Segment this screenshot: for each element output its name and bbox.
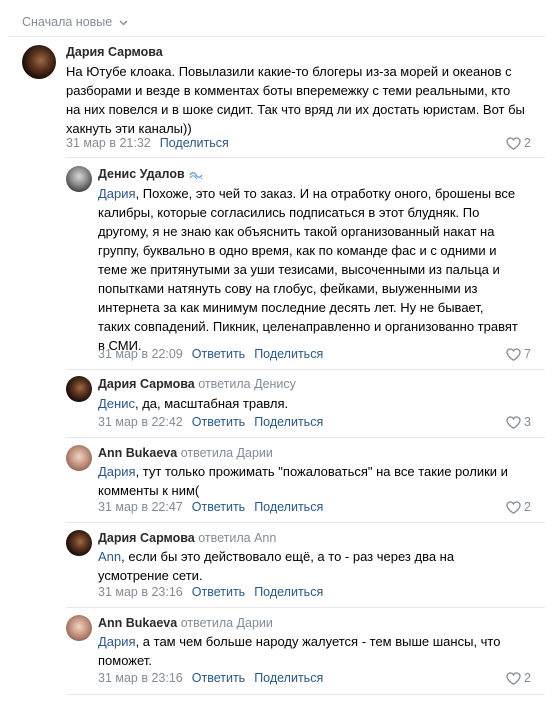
- heart-icon: [506, 672, 521, 686]
- comment-date[interactable]: 31 мар в 21:32: [66, 136, 151, 150]
- like-button[interactable]: 2: [506, 500, 531, 515]
- like-count: 2: [524, 136, 531, 150]
- avatar[interactable]: [66, 166, 92, 192]
- comment-meta: 31 мар в 22:09 Ответить Поделиться: [98, 347, 323, 361]
- comment-meta: 31 мар в 23:16 Ответить Поделиться: [98, 585, 323, 599]
- like-count: 2: [524, 500, 531, 514]
- comment-text: Денис, да, масштабная травля.: [98, 394, 518, 413]
- comment-date[interactable]: 31 мар в 22:09: [98, 347, 183, 361]
- share-button[interactable]: Поделиться: [254, 585, 323, 599]
- sort-dropdown[interactable]: Сначала новые: [22, 15, 128, 29]
- comment-meta: 31 мар в 21:32 Поделиться: [66, 136, 229, 150]
- divider: [66, 522, 545, 523]
- comment-meta: 31 мар в 22:42 Ответить Поделиться: [98, 415, 323, 429]
- comment-author[interactable]: Дария Сармова ответила Ann: [98, 531, 276, 545]
- like-button[interactable]: 2: [506, 671, 531, 686]
- like-count: 7: [524, 347, 531, 361]
- author-name[interactable]: Дария Сармова: [98, 377, 195, 391]
- share-button[interactable]: Поделиться: [254, 500, 323, 514]
- chevron-down-icon: [119, 15, 128, 29]
- divider: [66, 437, 545, 438]
- replied-to[interactable]: ответила Дарии: [181, 446, 273, 460]
- mention-link[interactable]: Денис: [98, 396, 135, 411]
- comment-body: , Похоже, это чей то заказ. И на отработ…: [98, 186, 518, 353]
- comment-body: , если бы это действовало ещё, а то - ра…: [98, 549, 455, 583]
- comment-date[interactable]: 31 мар в 23:16: [98, 585, 183, 599]
- comment-author[interactable]: Ann Bukaeva ответила Дарии: [98, 446, 273, 460]
- mention-link[interactable]: Дария: [98, 464, 136, 479]
- reply-button[interactable]: Ответить: [192, 671, 245, 685]
- heart-icon: [506, 137, 521, 151]
- comment-author[interactable]: Ann Bukaeva ответила Дарии: [98, 616, 273, 630]
- heart-icon: [506, 501, 521, 515]
- mention-link[interactable]: Ann: [98, 549, 121, 564]
- share-button[interactable]: Поделиться: [254, 347, 323, 361]
- divider: [66, 369, 545, 370]
- comment-body: , а там чем больше народу жалуется - тем…: [98, 634, 501, 668]
- comment-text: Дария, Похоже, это чей то заказ. И на от…: [98, 184, 518, 355]
- mention-link[interactable]: Дария: [98, 186, 136, 201]
- divider: [66, 694, 545, 695]
- comment-text: Ann, если бы это действовало ещё, а то -…: [98, 547, 524, 585]
- like-count: 3: [524, 415, 531, 429]
- heart-icon: [506, 348, 521, 362]
- comment-body: , да, масштабная травля.: [134, 396, 289, 411]
- heart-icon: [506, 416, 521, 430]
- comment-meta: 31 мар в 23:16 Ответить Поделиться: [98, 671, 323, 685]
- author-name[interactable]: Денис Удалов: [98, 167, 185, 181]
- like-count: 2: [524, 671, 531, 685]
- comment-text: Дария, а там чем больше народу жалуется …: [98, 632, 524, 670]
- share-button[interactable]: Поделиться: [160, 136, 229, 150]
- author-name[interactable]: Ann Bukaeva: [98, 446, 177, 460]
- divider: [66, 607, 545, 608]
- comment-date[interactable]: 31 мар в 22:42: [98, 415, 183, 429]
- share-button[interactable]: Поделиться: [254, 415, 323, 429]
- mention-link[interactable]: Дария: [98, 634, 136, 649]
- comment-author[interactable]: Денис Удалов: [98, 167, 203, 182]
- comment-text: Дария, тут только прожимать "пожаловатьс…: [98, 462, 524, 500]
- verified-icon: [189, 168, 203, 182]
- like-button[interactable]: 3: [506, 415, 531, 430]
- like-button[interactable]: 2: [506, 136, 531, 151]
- divider: [8, 36, 545, 37]
- sort-label: Сначала новые: [22, 15, 113, 29]
- reply-button[interactable]: Ответить: [192, 415, 245, 429]
- reply-button[interactable]: Ответить: [192, 347, 245, 361]
- avatar[interactable]: [22, 45, 56, 79]
- replied-to[interactable]: ответила Денису: [198, 377, 296, 391]
- divider: [66, 157, 545, 158]
- comment-text: На Ютубе клоака. Повылазили какие-то бло…: [66, 62, 528, 138]
- author-name[interactable]: Дария Сармова: [66, 45, 163, 59]
- avatar[interactable]: [66, 615, 92, 641]
- reply-button[interactable]: Ответить: [192, 585, 245, 599]
- like-button[interactable]: 7: [506, 347, 531, 362]
- comment-body: На Ютубе клоака. Повылазили какие-то бло…: [66, 64, 525, 136]
- comment-date[interactable]: 31 мар в 22:47: [98, 500, 183, 514]
- comment-body: , тут только прожимать "пожаловаться" на…: [98, 464, 508, 498]
- avatar[interactable]: [66, 445, 92, 471]
- comment-author[interactable]: Дария Сармова: [66, 45, 163, 59]
- avatar[interactable]: [66, 376, 92, 402]
- comment-author[interactable]: Дария Сармова ответила Денису: [98, 377, 296, 391]
- author-name[interactable]: Ann Bukaeva: [98, 616, 177, 630]
- replied-to[interactable]: ответила Дарии: [181, 616, 273, 630]
- replied-to[interactable]: ответила Ann: [198, 531, 276, 545]
- avatar[interactable]: [66, 530, 92, 556]
- author-name[interactable]: Дария Сармова: [98, 531, 195, 545]
- comment-meta: 31 мар в 22:47 Ответить Поделиться: [98, 500, 323, 514]
- share-button[interactable]: Поделиться: [254, 671, 323, 685]
- reply-button[interactable]: Ответить: [192, 500, 245, 514]
- comment-date[interactable]: 31 мар в 23:16: [98, 671, 183, 685]
